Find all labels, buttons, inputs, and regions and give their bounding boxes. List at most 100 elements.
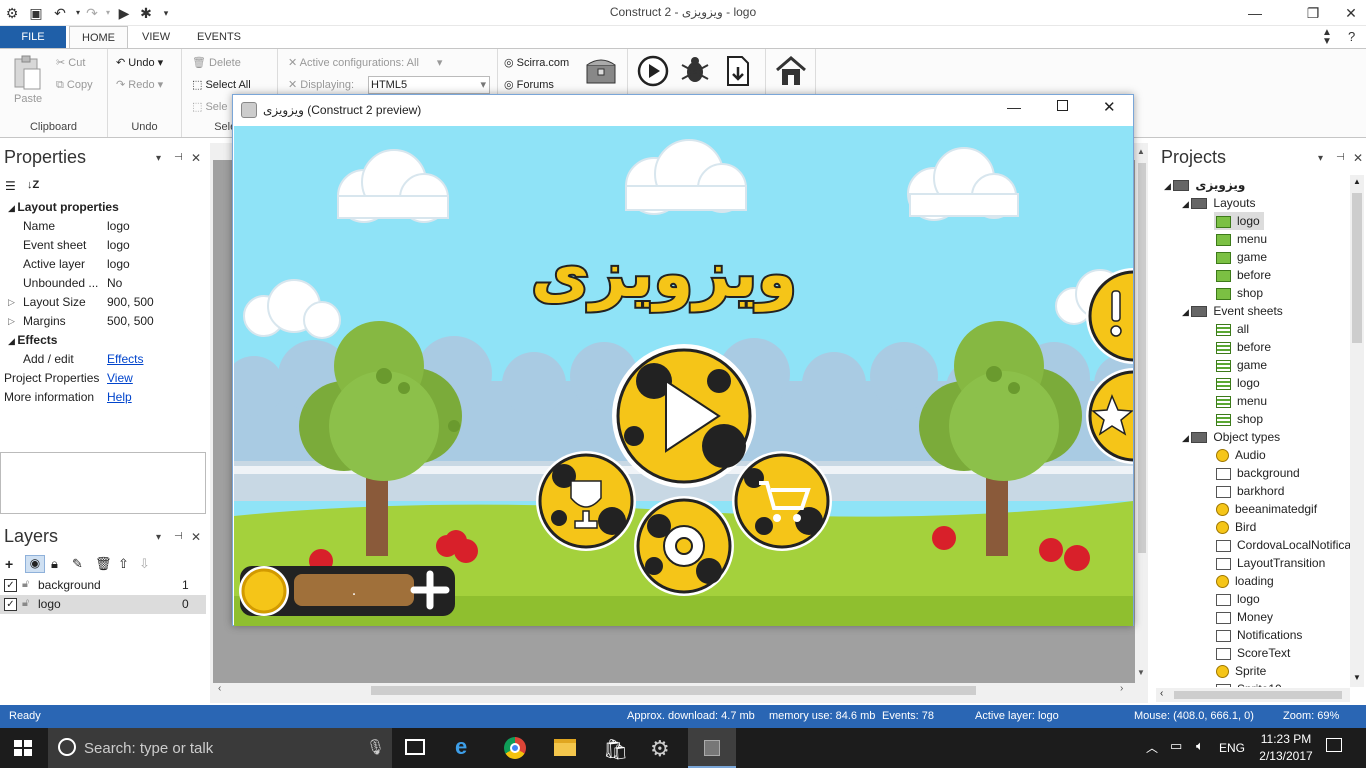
property-value[interactable]: No [107,274,122,293]
home-icon[interactable] [774,55,808,87]
layers-menu-icon[interactable]: ▾ [156,532,161,543]
property-name[interactable]: Name [23,217,55,236]
tree-item[interactable]: logo [1216,590,1260,608]
leaderboard-button[interactable] [536,451,636,551]
scroll-down-icon[interactable]: ▼ [1137,668,1145,677]
tree-item[interactable]: game [1216,356,1267,374]
add-layer-icon[interactable]: + [5,556,13,572]
property-name[interactable]: Active layer [23,255,85,274]
horizontal-scrollbar[interactable]: ‹ › [210,683,1136,697]
tree-root[interactable]: ◢ ویزویزی [1164,176,1245,194]
property-value[interactable]: logo [107,217,130,236]
categorized-icon[interactable]: ☰ [5,179,16,193]
property-value[interactable]: 500, 500 [107,312,154,331]
delete-button[interactable]: 🗑 Delete [192,53,241,73]
properties-pin-icon[interactable]: ⊣ [174,152,183,163]
export-icon[interactable] [720,55,754,87]
game-canvas[interactable]: ویزویزی ٠ [234,126,1133,626]
property-value[interactable]: logo [107,255,130,274]
minimize-icon[interactable]: — [1238,0,1272,26]
ribbon-collapse-icon[interactable]: ▲ ▼ [1322,28,1332,47]
scroll-left-icon[interactable]: ‹ [218,683,221,694]
property-value[interactable]: 900, 500 [107,293,154,312]
scroll-up-icon[interactable]: ▲ [1137,147,1145,156]
active-configurations-dropdown[interactable]: ✕ Active configurations: All ▾ [288,53,442,73]
projects-menu-icon[interactable]: ▾ [1318,153,1323,164]
debug-layout-icon[interactable] [678,55,712,87]
projects-vertical-scrollbar[interactable]: ▲ ▼ [1350,175,1364,687]
preview-minimize-icon[interactable]: — [1007,99,1021,115]
property-value[interactable]: logo [107,236,130,255]
edit-pencil-icon[interactable]: ✎ [72,556,83,572]
microphone-icon[interactable]: 🎙︎ [366,738,385,756]
edge-icon[interactable]: e [455,734,467,760]
vertical-scroll-thumb[interactable] [1138,163,1146,553]
tab-view[interactable]: VIEW [130,26,182,48]
tree-item[interactable]: beeanimatedgif [1216,500,1317,518]
tab-home[interactable]: HOME [69,26,128,49]
effects-header[interactable]: ◢ Effects [8,331,57,350]
projects-close-icon[interactable]: ✕ [1353,151,1363,165]
chrome-icon[interactable] [504,737,526,759]
store-icon[interactable]: 🛍︎ [603,737,628,762]
preview-maximize-icon[interactable] [1057,100,1068,111]
preview-close-icon[interactable]: ✕ [1103,98,1116,116]
preview-taskbar-button[interactable] [688,728,736,768]
projects-scroll-down-icon[interactable]: ▼ [1353,673,1361,682]
cut-button[interactable]: ✂ Cut [56,53,85,73]
tree-item[interactable]: LayoutTransition [1216,554,1325,572]
close-icon[interactable]: ✕ [1334,0,1366,26]
tab-file[interactable]: FILE [0,26,66,48]
clock-time[interactable]: 11:23 PM [1256,732,1316,746]
tree-item[interactable]: shop [1216,410,1263,428]
projects-scroll-thumb[interactable] [1352,193,1362,343]
search-box[interactable]: Search: type or talk 🎙︎ [48,728,392,768]
network-icon[interactable]: ▭ [1170,738,1182,754]
vertical-scrollbar[interactable]: ▲ ▼ [1136,143,1148,683]
language-indicator[interactable]: ENG [1219,741,1245,755]
property-name[interactable]: Layout Size [23,293,86,312]
tree-item[interactable]: Sprite10 [1216,680,1282,687]
layer-row[interactable]: ✓ 🔓︎ logo 0 [0,595,206,614]
tree-item[interactable]: menu [1216,392,1267,410]
run-layout-icon[interactable] [636,55,670,87]
layers-pin-icon[interactable]: ⊣ [174,531,183,542]
effects-link[interactable]: Effects [107,350,143,369]
horizontal-scroll-thumb[interactable] [371,686,976,695]
projects-pin-icon[interactable]: ⊣ [1336,152,1345,163]
property-name[interactable]: Event sheet [23,236,86,255]
tree-item[interactable]: Money [1216,608,1273,626]
tree-item[interactable]: Notifications [1216,626,1302,644]
property-name[interactable]: Margins [23,312,66,331]
tree-item[interactable]: background [1216,464,1300,482]
tab-events[interactable]: EVENTS [185,26,253,48]
properties-menu-icon[interactable]: ▾ [156,153,161,164]
property-name[interactable]: Unbounded ... [23,274,98,293]
tree-item[interactable]: before [1216,266,1271,284]
expand-arrow-icon[interactable]: ▷ [8,312,15,331]
displaying-select[interactable]: HTML5 ▾ [368,76,490,94]
volume-icon[interactable]: 🔈︎ [1196,738,1204,754]
forums-link[interactable]: ◎ Forums [504,75,554,95]
scroll-right-icon[interactable]: › [1120,683,1123,694]
tree-item[interactable]: Bird [1216,518,1256,536]
tree-item[interactable]: loading [1216,572,1274,590]
tree-item[interactable]: shop [1216,284,1263,302]
scirra-link[interactable]: ◎ Scirra.com [504,53,569,73]
select-all-button[interactable]: ⬚ Select All [192,75,251,95]
coin-counter[interactable]: ٠ [239,566,455,616]
projects-scroll-up-icon[interactable]: ▲ [1353,177,1361,186]
properties-close-icon[interactable]: ✕ [191,151,201,165]
projects-scroll-left-icon[interactable]: ‹ [1160,688,1163,699]
tree-layouts-folder[interactable]: ◢ Layouts [1182,194,1255,212]
settings-button[interactable] [634,496,734,596]
layer-lock-icon[interactable]: 🔓︎ [22,597,29,610]
paste-button[interactable]: Paste [14,89,42,109]
show-hidden-icons[interactable]: ︿ [1146,739,1158,756]
tree-item[interactable]: Audio [1216,446,1266,464]
undo-button[interactable]: ↶ Undo ▾ [116,53,163,73]
notifications-icon[interactable] [1326,738,1342,752]
tree-item[interactable]: logo [1214,212,1264,230]
copy-button[interactable]: ⧉ Copy [56,75,93,95]
shop-button[interactable] [732,451,832,551]
